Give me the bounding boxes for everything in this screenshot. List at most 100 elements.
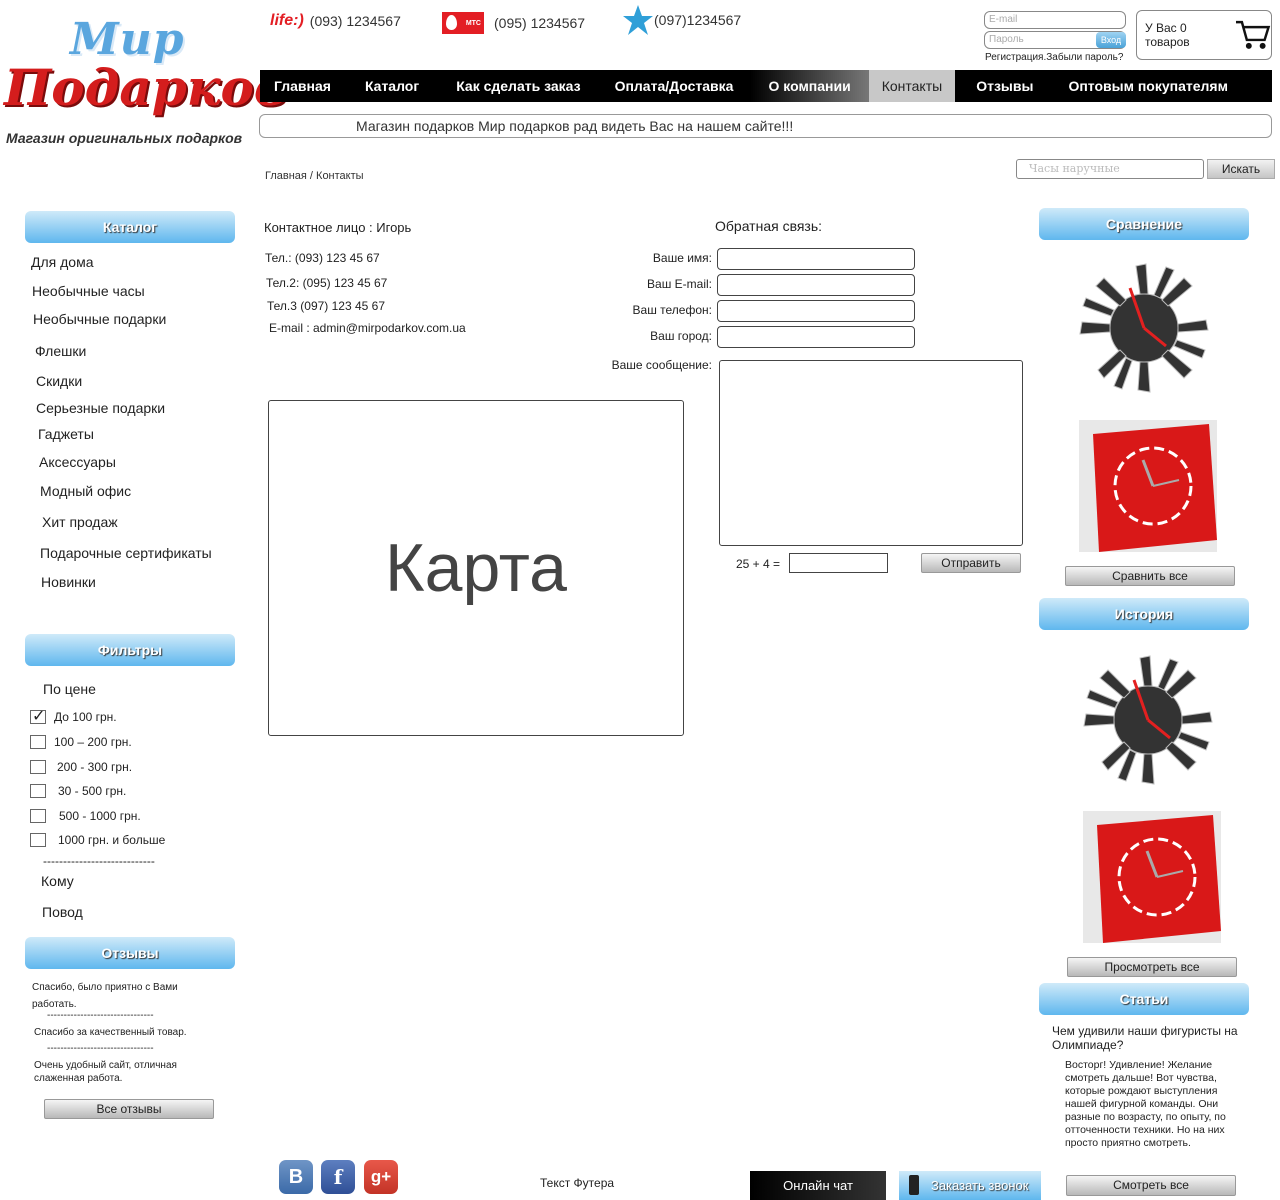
cart-widget[interactable]: У Вас 0 товаров (1136, 10, 1272, 60)
logo-tagline: Магазин оригинальных подарков (6, 130, 243, 146)
contact-tel3: Тел.3 (097) 123 45 67 (267, 299, 386, 313)
contact-person: Контактное лицо : Игорь (264, 220, 412, 235)
captcha-label: 25 + 4 = (736, 557, 781, 571)
catalog-item[interactable]: Гаджеты (38, 426, 94, 442)
filter-whom[interactable]: Кому (41, 873, 74, 889)
filters-header: Фильтры (25, 634, 235, 666)
all-reviews-button[interactable]: Все отзывы (44, 1099, 214, 1119)
product-clock-dark-image[interactable] (1074, 258, 1214, 398)
email-label: Ваш E-mail: (647, 277, 712, 291)
catalog-item[interactable]: Модный офис (40, 483, 131, 499)
life-logo-icon: life:) (270, 12, 304, 29)
review-item: Очень удобный сайт, отличная слаженная р… (34, 1060, 177, 1084)
article-body: Восторг! Удивление! Желание смотреть дал… (1065, 1059, 1226, 1149)
catalog-item[interactable]: Необычные часы (32, 283, 145, 299)
logo-line2[interactable]: Подарков (4, 58, 287, 122)
facebook-icon[interactable]: f (321, 1160, 355, 1194)
history-clock-dark-image[interactable] (1078, 650, 1218, 790)
login-button[interactable]: Вход (1096, 32, 1126, 48)
filter-price-option[interactable]: 200 - 300 грн. (30, 760, 132, 774)
message-textarea[interactable] (719, 360, 1023, 546)
review-divider: -------------------------------- (47, 1010, 154, 1021)
history-clock-red-image[interactable] (1083, 811, 1221, 943)
filter-option-label: 500 - 1000 грн. (59, 809, 141, 823)
filter-option-label: 200 - 300 грн. (57, 760, 133, 774)
main-nav: Главная Каталог Как сделать заказ Оплата… (260, 70, 1272, 102)
product-clock-red-image[interactable] (1079, 420, 1217, 552)
review-divider: -------------------------------- (47, 1043, 154, 1054)
footer-text: Текст Футера (540, 1176, 615, 1190)
catalog-item[interactable]: Скидки (36, 373, 82, 389)
login-email-input[interactable]: E-mail (984, 11, 1126, 29)
catalog-item[interactable]: Флешки (35, 343, 86, 359)
online-chat-button[interactable]: Онлайн чат (750, 1171, 886, 1200)
review-item: Спасибо за качественный товар. (34, 1027, 187, 1038)
search-input[interactable]: Часы наручные (1016, 159, 1204, 179)
email-field[interactable] (717, 274, 915, 296)
callback-button[interactable]: Заказать звонок (899, 1171, 1041, 1200)
view-all-articles-button[interactable]: Смотреть все (1066, 1175, 1236, 1196)
catalog-item[interactable]: Подарочные сертификаты (40, 545, 212, 561)
catalog-header: Каталог (25, 211, 235, 243)
catalog-item[interactable]: Аксессуары (39, 454, 116, 470)
phone-icon (909, 1175, 919, 1195)
filter-occasion[interactable]: Повод (42, 904, 83, 920)
name-field[interactable] (717, 248, 915, 270)
view-all-history-button[interactable]: Просмотреть все (1067, 957, 1237, 977)
article-headline[interactable]: Чем удивили наши фигуристы на Олимпиаде? (1052, 1024, 1252, 1052)
nav-contacts[interactable]: Контакты (868, 70, 956, 102)
vkontakte-icon[interactable]: B (279, 1160, 313, 1194)
catalog-item[interactable]: Необычные подарки (33, 311, 166, 327)
nav-catalog[interactable]: Каталог (345, 70, 439, 102)
checkbox[interactable] (30, 706, 46, 726)
captcha-input[interactable] (789, 553, 888, 573)
checkbox[interactable] (30, 760, 46, 774)
phone-field[interactable] (717, 300, 915, 322)
filter-price-option[interactable]: 1000 грн. и больше (30, 833, 165, 847)
register-forgot-links[interactable]: Регистрация.Забыли пароль? (985, 52, 1123, 63)
contact-tel1: Тел.: (093) 123 45 67 (265, 251, 380, 265)
filter-price-option[interactable]: До 100 грн. (30, 706, 117, 726)
callback-label: Заказать звонок (931, 1178, 1029, 1193)
checkbox[interactable] (30, 809, 46, 823)
phone-mts-number: (095) 1234567 (494, 15, 586, 31)
reviews-header: Отзывы (25, 937, 235, 969)
name-label: Ваше имя: (652, 251, 712, 265)
compare-all-button[interactable]: Сравнить все (1065, 566, 1235, 586)
city-label: Ваш город: (650, 329, 712, 343)
catalog-item[interactable]: Новинки (41, 574, 96, 590)
checkbox[interactable] (30, 833, 46, 847)
feedback-title: Обратная связь: (715, 218, 823, 234)
catalog-item[interactable]: Для дома (31, 254, 94, 270)
nav-how-to-order[interactable]: Как сделать заказ (439, 70, 597, 102)
search-button[interactable]: Искать (1207, 159, 1275, 179)
nav-reviews[interactable]: Отзывы (955, 70, 1054, 102)
send-button[interactable]: Отправить (921, 553, 1021, 573)
message-label: Ваше сообщение: (611, 358, 712, 372)
nav-wholesale[interactable]: Оптовым покупателям (1054, 70, 1241, 102)
breadcrumb[interactable]: Главная / Контакты (265, 170, 364, 182)
catalog-item[interactable]: Хит продаж (42, 514, 118, 530)
city-field[interactable] (717, 326, 915, 348)
google-plus-icon[interactable]: g+ (364, 1160, 398, 1194)
nav-home[interactable]: Главная (260, 70, 345, 102)
phone-mts: МТС (095) 1234567 (442, 12, 585, 34)
map-placeholder[interactable]: Карта (268, 400, 684, 736)
filter-price-option[interactable]: 30 - 500 грн. (30, 784, 126, 798)
welcome-marquee: Магазин подарков Мир подарков рад видеть… (259, 114, 1272, 138)
filter-price-option[interactable]: 100 – 200 грн. (30, 735, 132, 749)
filter-option-label: 30 - 500 грн. (58, 784, 127, 798)
filter-price-label: По цене (43, 681, 96, 697)
nav-payment-delivery[interactable]: Оплата/Доставка (598, 70, 751, 102)
nav-about[interactable]: О компании (750, 70, 869, 102)
catalog-item[interactable]: Серьезные подарки (36, 400, 165, 416)
checkbox[interactable] (30, 784, 46, 798)
contact-email[interactable]: E-mail : admin@mirpodarkov.com.ua (269, 321, 466, 335)
checkbox[interactable] (30, 735, 46, 749)
contact-tel2: Тел.2: (095) 123 45 67 (266, 276, 388, 290)
phone-label: Ваш телефон: (632, 303, 712, 317)
filter-option-label: 1000 грн. и больше (58, 833, 166, 847)
filter-option-label: 100 – 200 грн. (54, 735, 132, 749)
filter-price-option[interactable]: 500 - 1000 грн. (30, 809, 141, 823)
mts-logo-text: МТС (465, 19, 481, 27)
